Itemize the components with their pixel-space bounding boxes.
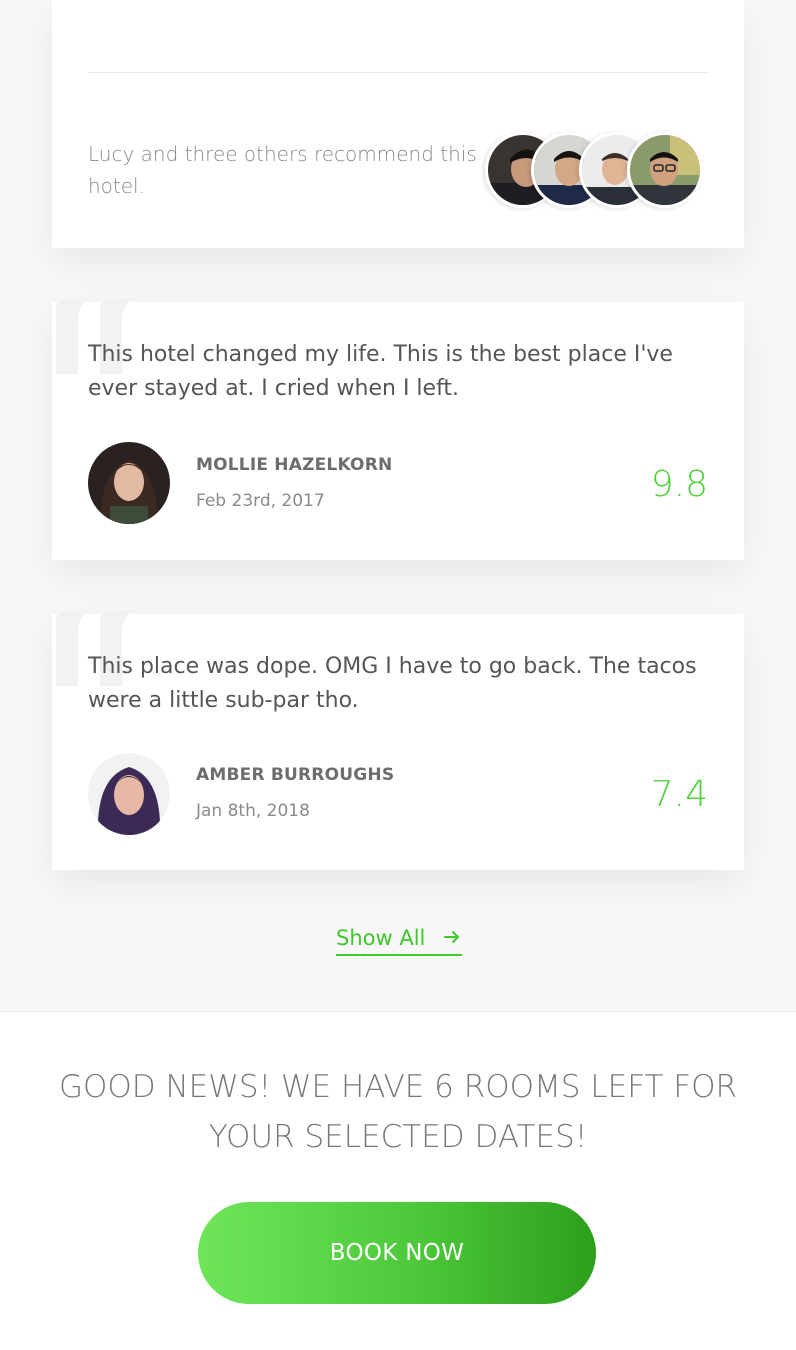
divider: [88, 72, 708, 73]
hotel-reviews-page: Lucy and three others recommend this hot…: [0, 0, 796, 1350]
review-score: 9.8: [650, 464, 708, 505]
recommendation-card: Lucy and three others recommend this hot…: [52, 0, 744, 248]
recommender-avatar[interactable]: [627, 132, 703, 208]
review-text: This place was dope. OMG I have to go ba…: [88, 654, 697, 713]
review-text: This hotel changed my life. This is the …: [88, 342, 673, 401]
reviewer-avatar[interactable]: [88, 442, 170, 524]
availability-section: GOOD NEWS! WE HAVE 6 ROOMS LEFT FOR YOUR…: [0, 1011, 796, 1350]
reviewer-avatar[interactable]: [88, 753, 170, 835]
reviewer-name: AMBER BURROUGHS: [196, 765, 395, 785]
recommender-avatar-stack: [485, 132, 707, 208]
show-all-label: Show All: [336, 926, 426, 950]
arrow-right-icon: [444, 931, 460, 943]
recommendation-text: Lucy and three others recommend this hot…: [88, 142, 477, 198]
review-score: 7.4: [650, 774, 708, 815]
book-now-button[interactable]: BOOK NOW: [198, 1202, 596, 1304]
reviewer-name: MOLLIE HAZELKORN: [196, 455, 393, 475]
review-date: Jan 8th, 2018: [196, 801, 310, 821]
show-all-link[interactable]: Show All: [336, 924, 463, 956]
availability-heading: GOOD NEWS! WE HAVE 6 ROOMS LEFT FOR YOUR…: [58, 1069, 738, 1155]
review-card: This hotel changed my life. This is the …: [52, 298, 744, 560]
review-card: This place was dope. OMG I have to go ba…: [52, 610, 744, 870]
review-date: Feb 23rd, 2017: [196, 491, 325, 511]
